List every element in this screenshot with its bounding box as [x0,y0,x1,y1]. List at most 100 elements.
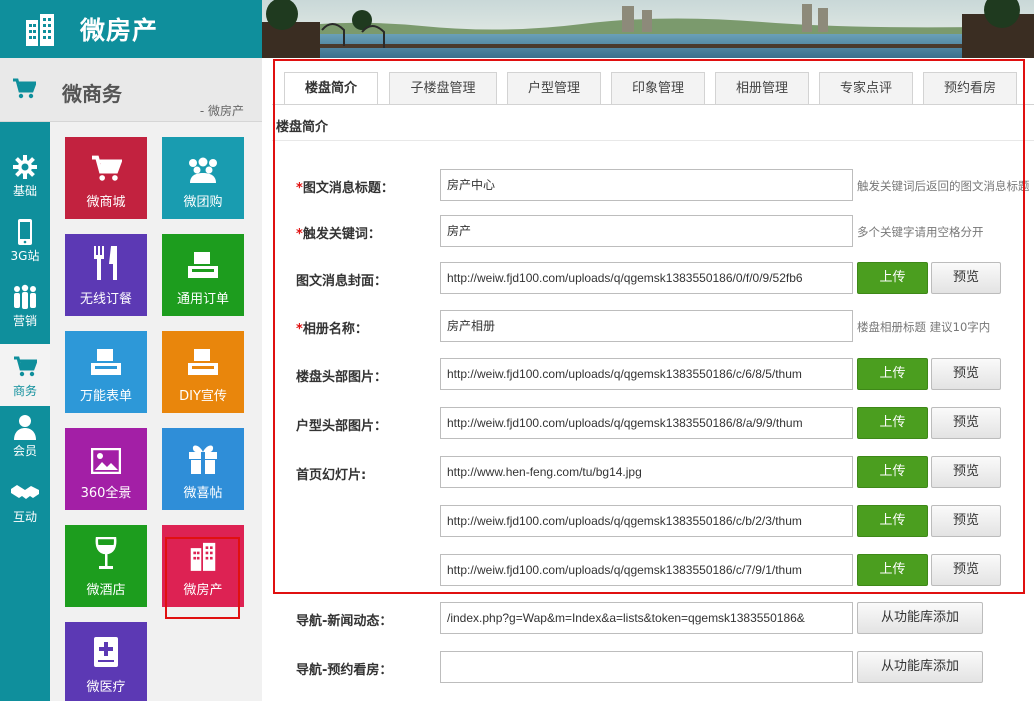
news-title-input[interactable]: 房产中心 [440,169,853,201]
rail-item-marketing[interactable]: 营销 [0,274,50,336]
nav-booking-url-input[interactable] [440,651,853,683]
field-label: *图文消息标题： [296,181,394,196]
field-label: 楼盘头部图片： [296,370,388,385]
tile-label: 微喜帖 [183,486,223,501]
album-name-input[interactable]: 房产相册 [440,310,853,342]
printer-icon [65,331,147,377]
nav-news-url-input[interactable]: /index.php?g=Wap&m=Index&a=lists&token=q… [440,602,853,634]
tile-label: DIY宣传 [179,389,227,404]
form-row-property-header: 楼盘头部图片： http://weiw.fjd100.com/uploads/q… [262,358,1034,392]
building-icon [22,11,58,47]
form-row-slideshow-3: http://weiw.fjd100.com/uploads/q/qgemsk1… [262,554,1034,588]
tile-panorama[interactable]: 360全景 [65,428,147,510]
form-row-cover: 图文消息封面： http://weiw.fjd100.com/uploads/q… [262,262,1034,296]
tab-expert-review[interactable]: 专家点评 [819,72,913,104]
highlight-box [165,537,240,619]
divider [272,104,1034,105]
rail-item-3g[interactable]: 3G站 [0,209,50,271]
breadcrumb: - 微房产 [199,104,244,118]
rail-label: 互动 [12,510,37,524]
rail-label: 会员 [12,444,37,458]
preview-button[interactable]: 预览 [931,358,1001,390]
app-window: 微房产 微商务 - 微房产 基础 3G站 营销 商务 会员 互动 微商城 微团购… [0,0,1034,701]
floorplan-header-url-input[interactable]: http://weiw.fjd100.com/uploads/q/qgemsk1… [440,407,853,439]
preview-button[interactable]: 预览 [931,262,1001,294]
tile-general-order[interactable]: 通用订单 [162,234,244,316]
rail-label: 基础 [12,184,37,198]
tile-diy-promo[interactable]: DIY宣传 [162,331,244,413]
tab-sub-property[interactable]: 子楼盘管理 [389,72,497,104]
brand-title: 微房产 [80,16,159,45]
tile-medical[interactable]: 微医疗 [65,622,147,701]
rail-item-business[interactable]: 商务 [0,344,50,406]
tile-wedding-invite[interactable]: 微喜帖 [162,428,244,510]
field-hint: 楼盘相册标题 建议10字内 [857,320,991,334]
upload-button[interactable]: 上传 [857,456,928,488]
required-mark: * [296,181,303,196]
keyword-input[interactable]: 房产 [440,215,853,247]
upload-button[interactable]: 上传 [857,407,928,439]
add-from-library-button[interactable]: 从功能库添加 [857,651,983,683]
form-row-nav-news: 导航-新闻动态： /index.php?g=Wap&m=Index&a=list… [262,602,1034,636]
group-icon [162,137,244,183]
upload-button[interactable]: 上传 [857,262,928,294]
mobile-icon [0,217,50,247]
form-row-floorplan-header: 户型头部图片： http://weiw.fjd100.com/uploads/q… [262,407,1034,441]
upload-button[interactable]: 上传 [857,358,928,390]
slideshow-url-input[interactable]: http://weiw.fjd100.com/uploads/q/qgemsk1… [440,505,853,537]
user-icon [0,412,50,442]
cutlery-icon [65,234,147,280]
slideshow-url-input[interactable]: http://www.hen-feng.com/tu/bg14.jpg [440,456,853,488]
preview-button[interactable]: 预览 [931,554,1001,586]
left-rail: 基础 3G站 营销 商务 会员 互动 [0,122,50,701]
tile-micro-mall[interactable]: 微商城 [65,137,147,219]
tile-label: 微医疗 [86,680,126,695]
tile-wireless-order[interactable]: 无线订餐 [65,234,147,316]
tab-album[interactable]: 相册管理 [715,72,809,104]
field-hint: 触发关键词后返回的图文消息标题 [857,179,1030,193]
tab-floor-plan[interactable]: 户型管理 [507,72,601,104]
tab-impression[interactable]: 印象管理 [611,72,705,104]
tile-label: 通用订单 [176,292,229,307]
cart-icon [12,78,38,104]
rail-label: 3G站 [10,249,40,263]
preview-button[interactable]: 预览 [931,407,1001,439]
preview-button[interactable]: 预览 [931,456,1001,488]
field-label: *触发关键词： [296,227,381,242]
form-row-slideshow-2: http://weiw.fjd100.com/uploads/q/qgemsk1… [262,505,1034,539]
add-from-library-button[interactable]: 从功能库添加 [857,602,983,634]
upload-button[interactable]: 上传 [857,554,928,586]
medical-book-icon [65,622,147,668]
tile-label: 无线订餐 [79,292,132,307]
tile-label: 微酒店 [86,583,126,598]
field-label: 导航-预约看房： [296,663,393,678]
field-hint: 多个关键字请用空格分开 [857,225,984,239]
tile-label: 360全景 [80,486,132,501]
tile-universal-form[interactable]: 万能表单 [65,331,147,413]
tab-booking[interactable]: 预约看房 [923,72,1017,104]
tile-label: 微商城 [86,195,126,210]
form-row-nav-booking: 导航-预约看房： 从功能库添加 [262,651,1034,685]
rail-label: 营销 [12,314,37,328]
cover-url-input[interactable]: http://weiw.fjd100.com/uploads/q/qgemsk1… [440,262,853,294]
preview-button[interactable]: 预览 [931,505,1001,537]
section-header: 微商务 - 微房产 [0,58,262,122]
printer-icon [162,331,244,377]
rail-item-basic[interactable]: 基础 [0,144,50,206]
tile-label: 微团购 [183,195,223,210]
wineglass-icon [65,525,147,571]
main-panel: 楼盘简介 子楼盘管理 户型管理 印象管理 相册管理 专家点评 预约看房 楼盘简介… [262,58,1034,701]
tile-group-buy[interactable]: 微团购 [162,137,244,219]
form-row-keyword: *触发关键词： 房产 多个关键字请用空格分开 [262,215,1034,249]
tab-property-intro[interactable]: 楼盘简介 [284,72,378,105]
property-header-url-input[interactable]: http://weiw.fjd100.com/uploads/q/qgemsk1… [440,358,853,390]
field-label: 图文消息封面： [296,274,388,289]
slideshow-url-input[interactable]: http://weiw.fjd100.com/uploads/q/qgemsk1… [440,554,853,586]
cart-icon [65,137,147,183]
image-icon [65,428,147,474]
rail-item-interaction[interactable]: 互动 [0,470,50,532]
field-label: 户型头部图片： [296,419,388,434]
tile-hotel[interactable]: 微酒店 [65,525,147,607]
upload-button[interactable]: 上传 [857,505,928,537]
rail-item-member[interactable]: 会员 [0,404,50,466]
